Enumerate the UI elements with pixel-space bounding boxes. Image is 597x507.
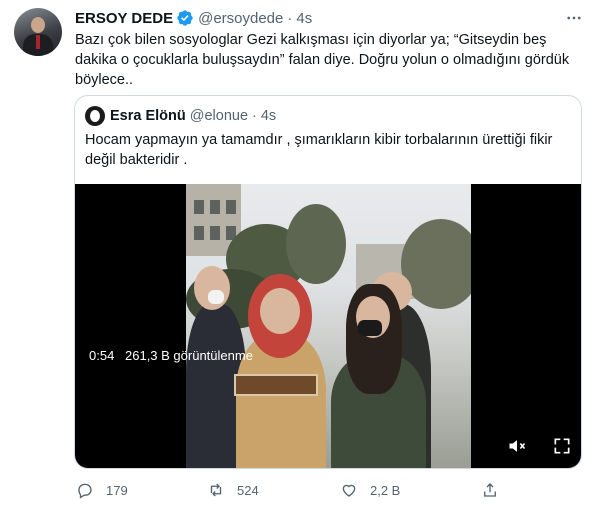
scene-mask [358,320,382,336]
tweet: ERSOY DEDE @ersoydede · 4s Bazı çok bile… [0,0,597,507]
share-icon [484,483,496,497]
scene-box [234,374,318,396]
retweet-count: 524 [237,482,259,498]
scene-tree [286,204,346,284]
fullscreen-icon[interactable] [552,436,572,456]
video-duration: 0:54 [89,348,115,363]
tweet-text: Bazı çok bilen sosyologlar Gezi kalkışma… [75,32,570,88]
quote-header: Esra Elönü @elonue · 4s [85,106,276,126]
quoted-tweet[interactable]: Esra Elönü @elonue · 4s Hocam yapmayın y… [74,95,582,469]
reply-count: 179 [106,482,128,498]
quote-time[interactable]: 4s [261,108,276,124]
header-separator: · [287,9,293,27]
tweet-header: ERSOY DEDE @ersoydede · 4s [75,8,312,28]
share-button[interactable] [481,481,499,499]
reply-button[interactable]: 179 [76,481,128,499]
like-count: 2,2 B [370,482,401,498]
like-button[interactable]: 2,2 B [340,481,400,499]
reply-icon [78,483,92,499]
mute-icon[interactable] [507,436,527,456]
video-views: 261,3 B görüntülenme [125,348,253,363]
quote-author-name[interactable]: Esra Elönü [110,108,186,124]
quote-separator: · [252,108,257,124]
avatar-tie [36,35,40,49]
quote-author-avatar[interactable] [85,106,105,126]
author-name[interactable]: ERSOY DEDE [75,10,173,27]
scene-mask [208,290,224,304]
tweet-time[interactable]: 4s [296,10,312,27]
retweet-button[interactable]: 524 [207,481,259,499]
video-frame [186,184,471,468]
scene-face [260,288,300,334]
avatar-head [31,17,45,33]
retweet-icon [210,483,222,497]
video-player[interactable] [75,184,581,468]
author-handle[interactable]: @ersoydede [198,10,283,27]
quote-author-handle[interactable]: @elonue [190,108,248,124]
more-options-icon[interactable] [563,7,585,29]
author-avatar[interactable] [14,8,62,56]
tweet-actions: 179 524 2,2 B [0,476,597,506]
heart-icon [342,484,356,497]
verified-badge-icon [176,9,194,27]
quote-text: Hocam yapmayın ya tamamdır , şımarıkları… [85,132,553,168]
